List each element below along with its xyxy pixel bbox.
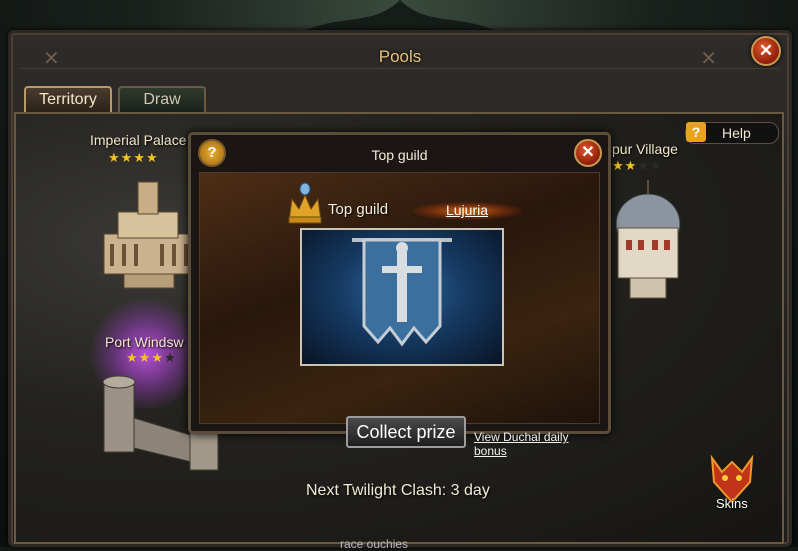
star-icon: ★ [133, 150, 146, 165]
clash-unit: day [464, 482, 490, 499]
guild-banner-image [300, 228, 504, 366]
modal-title: Top guild [371, 147, 428, 163]
location-stars-imperial-palace: ★★★★ [108, 150, 159, 166]
star-icon: ★ [126, 350, 139, 365]
location-name-pur-village[interactable]: pur Village [612, 141, 678, 157]
window-close-button[interactable]: ✕ [751, 36, 781, 66]
star-icon: ★ [151, 350, 164, 365]
star-empty-icon: ★ [649, 158, 663, 173]
star-icon: ★ [120, 150, 134, 165]
clash-value: 3 [450, 482, 460, 499]
ducal-daily-bonus-link[interactable]: View Duchal daily bonus [474, 430, 599, 458]
location-name-port-windsw[interactable]: Port Windsw [105, 334, 184, 350]
modal-content: Top guild Lujuria Collect prize View Duc… [199, 172, 600, 458]
pur-village-building[interactable] [608, 178, 688, 304]
help-question-icon: ? [686, 122, 706, 142]
modal-close-button[interactable]: ✕ [574, 139, 602, 167]
star-icon: ★ [145, 150, 159, 165]
guild-banner-icon [352, 238, 452, 347]
crown-icon [288, 182, 322, 224]
collect-prize-button[interactable]: Collect prize [346, 416, 466, 448]
guild-name-link[interactable]: Lujuria [412, 202, 522, 220]
location-stars-port-windsw: ★★★★ [126, 350, 177, 366]
tab-draw[interactable]: Draw [118, 86, 206, 112]
top-guild-modal: ? Top guild ✕ Top guild Lujuria Collect … [188, 132, 611, 458]
star-icon: ★ [624, 158, 638, 173]
star-icon: ★ [612, 158, 625, 173]
tab-territory[interactable]: Territory [24, 86, 112, 112]
skins-label[interactable]: Skins [716, 496, 748, 511]
location-name-imperial-palace[interactable]: Imperial Palace [90, 132, 187, 148]
star-icon: ★ [108, 150, 121, 165]
clash-label: Next Twilight Clash: [306, 482, 447, 499]
help-button[interactable]: ? Help [685, 122, 779, 144]
help-label: Help [722, 125, 751, 141]
window-title: Pools [378, 47, 422, 66]
location-stars-pur-village: ★★★★ [612, 158, 663, 174]
top-guild-label: Top guild [328, 201, 389, 218]
star-empty-icon: ★ [163, 350, 177, 365]
star-empty-icon: ★ [637, 158, 650, 173]
bottom-cutoff-text: race ouchies [340, 537, 409, 551]
next-clash-countdown: Next Twilight Clash: 3 day [306, 482, 490, 500]
star-icon: ★ [138, 350, 152, 365]
